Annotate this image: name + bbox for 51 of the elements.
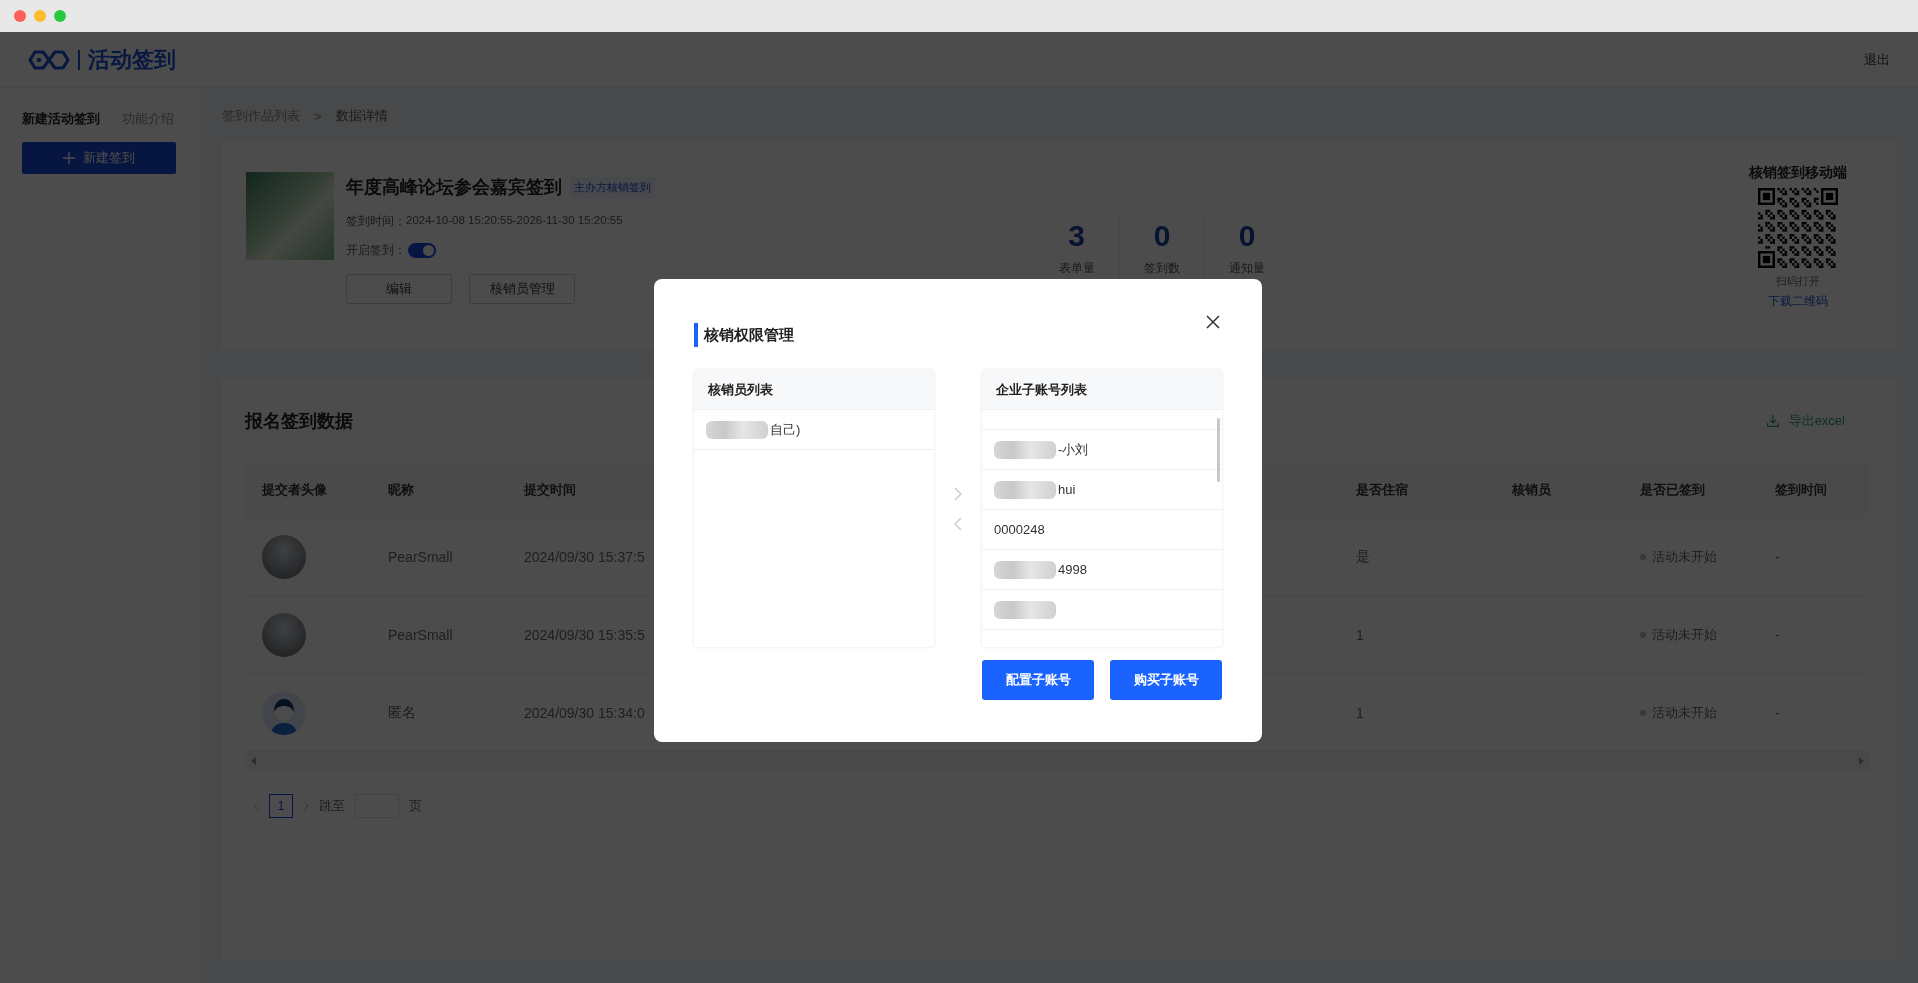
scrollbar-thumb[interactable]: [1217, 418, 1220, 482]
page-button[interactable]: 1: [269, 794, 293, 818]
logout-link[interactable]: 退出: [1864, 50, 1890, 69]
download-icon: [1766, 415, 1779, 427]
list-item[interactable]: 0000248: [994, 522, 1045, 537]
column-header: 签到时间: [1775, 480, 1828, 499]
breadcrumb-separator: >: [314, 108, 322, 124]
stat-value: 3: [1068, 218, 1085, 254]
panel-title: 企业子账号列表: [982, 370, 1222, 410]
export-excel-link[interactable]: 导出excel: [1766, 412, 1845, 430]
qr-title: 核销签到移动端: [1748, 164, 1847, 182]
app-title: 活动签到: [88, 45, 176, 74]
list-item[interactable]: -小刘: [1058, 440, 1089, 459]
column-header: 昵称: [388, 480, 415, 499]
logo-icon: [28, 49, 70, 70]
move-right-icon[interactable]: [954, 486, 962, 501]
column-header: 提交时间: [524, 480, 577, 499]
column-header: 是否已签到: [1640, 480, 1706, 499]
list-item[interactable]: 4998: [1058, 562, 1087, 577]
table-cell: -: [1775, 626, 1780, 643]
column-header: 提交者头像: [261, 480, 328, 499]
column-header: 是否住宿: [1356, 480, 1409, 499]
avatar-photo: [262, 612, 306, 657]
move-left-icon[interactable]: [954, 516, 962, 531]
table-cell: -: [1775, 704, 1780, 721]
dialog-title: 核销权限管理: [704, 325, 794, 345]
close-icon[interactable]: [1206, 315, 1220, 329]
plus-icon: [63, 152, 75, 164]
dialog-action-button[interactable]: 配置子账号: [982, 660, 1094, 700]
avatar-photo: [262, 534, 306, 579]
list-item[interactable]: 自己): [770, 420, 801, 439]
new-checkin-button[interactable]: 新建签到: [22, 142, 176, 174]
stat-value: 0: [1153, 218, 1171, 254]
panel-title: 核销员列表: [694, 370, 934, 410]
close-window-icon[interactable]: [14, 10, 26, 22]
sidebar-tab[interactable]: 新建活动签到: [22, 110, 100, 128]
event-action-button[interactable]: 编辑: [346, 274, 452, 304]
person-avatar-icon: [262, 690, 306, 735]
event-title: 年度高峰论坛参会嘉宾签到: [346, 176, 562, 199]
table-cell: -: [1775, 548, 1780, 565]
dialog-action-button[interactable]: 购买子账号: [1110, 660, 1222, 700]
scroll-left-icon[interactable]: [251, 757, 256, 765]
list-item[interactable]: hui: [1058, 482, 1076, 497]
title-accent-bar: [694, 323, 698, 347]
column-header: 核销员: [1512, 480, 1552, 499]
minimize-window-icon[interactable]: [34, 10, 46, 22]
section-title: 报名签到数据: [245, 410, 353, 433]
stat-value: 0: [1238, 218, 1256, 254]
checkin-toggle[interactable]: [408, 243, 436, 258]
zoom-window-icon[interactable]: [54, 10, 66, 22]
scroll-right-icon[interactable]: [1859, 757, 1864, 765]
